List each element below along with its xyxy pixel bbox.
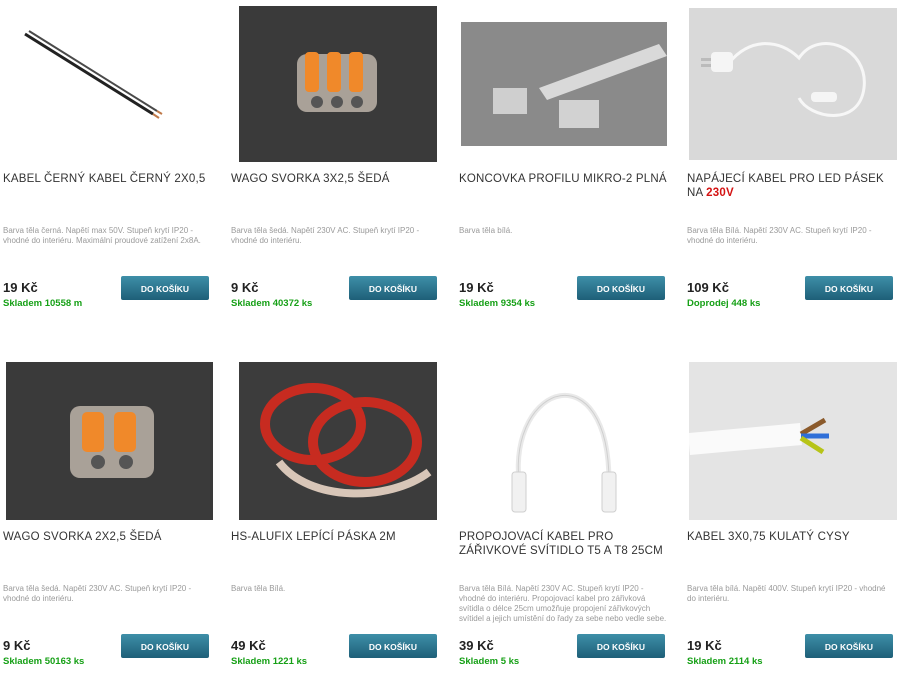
- product-title[interactable]: HS-ALUFIX LEPÍCÍ PÁSKA 2M: [231, 530, 443, 544]
- stock-status: Skladem 10558 m: [3, 298, 83, 309]
- stock-status: Doprodej 448 ks: [687, 298, 761, 309]
- product-title[interactable]: KABEL ČERNÝ KABEL ČERNÝ 2X0,5: [3, 172, 215, 186]
- stock-status: Skladem 40372 ks: [231, 298, 313, 309]
- add-to-cart-button[interactable]: DO KOŠÍKU: [577, 634, 665, 658]
- product-description: Barva těla Bílá. Napětí 230V AC. Stupeň …: [459, 584, 667, 623]
- product-image-wago-2-clamp[interactable]: [6, 362, 213, 520]
- add-to-cart-button[interactable]: DO KOŠÍKU: [121, 634, 209, 658]
- product-description: Barva těla Bílá. Napětí 230V AC. Stupeň …: [687, 226, 872, 245]
- product-card: WAGO SVORKA 3X2,5 ŠEDÁ Barva těla šedá. …: [231, 4, 443, 324]
- product-price: 39 Kč: [459, 638, 494, 653]
- product-card: HS-ALUFIX LEPÍCÍ PÁSKA 2M Barva těla Bíl…: [231, 362, 443, 682]
- product-image-wago-3-clamp[interactable]: [239, 4, 437, 164]
- product-image-connection-cable[interactable]: [459, 362, 669, 522]
- product-description: Barva těla bílá. Napětí 400V. Stupeň kry…: [687, 584, 886, 603]
- product-image-power-cable[interactable]: [689, 4, 897, 164]
- product-card: NAPÁJECÍ KABEL PRO LED PÁSEK NA 230V Bar…: [687, 4, 899, 324]
- voltage-highlight: 230V: [706, 187, 734, 199]
- product-title[interactable]: KONCOVKA PROFILU MIKRO-2 PLNÁ: [459, 172, 671, 186]
- product-price: 19 Kč: [3, 280, 38, 295]
- product-card: PROPOJOVACÍ KABEL PRO ZÁŘIVKOVÉ SVÍTIDLO…: [459, 362, 671, 682]
- add-to-cart-button[interactable]: DO KOŠÍKU: [121, 276, 209, 300]
- stock-status: Skladem 1221 ks: [231, 656, 308, 667]
- product-image-profile-end-cap[interactable]: [459, 4, 669, 164]
- product-title[interactable]: WAGO SVORKA 2X2,5 ŠEDÁ: [3, 530, 215, 544]
- product-card: KABEL 3X0,75 KULATÝ CYSY Barva těla bílá…: [687, 362, 899, 682]
- stock-status: Skladem 50163 ks: [3, 656, 85, 667]
- add-to-cart-button[interactable]: DO KOŠÍKU: [577, 276, 665, 300]
- product-description: Barva těla Bílá.: [231, 584, 286, 593]
- product-title[interactable]: WAGO SVORKA 3X2,5 ŠEDÁ: [231, 172, 443, 186]
- product-description: Barva těla bílá.: [459, 226, 513, 235]
- product-image-cysy-cable[interactable]: [689, 362, 897, 520]
- product-description: Barva těla černá. Napětí max 50V. Stupeň…: [3, 226, 201, 245]
- product-description: Barva těla šedá. Napětí 230V AC. Stupeň …: [231, 226, 420, 245]
- product-image-black-cable[interactable]: [3, 4, 213, 164]
- add-to-cart-button[interactable]: DO KOŠÍKU: [349, 276, 437, 300]
- product-image-tape-rolls[interactable]: [239, 362, 437, 520]
- product-price: 9 Kč: [231, 280, 259, 295]
- product-description: Barva těla šedá. Napětí 230V AC. Stupeň …: [3, 584, 192, 603]
- product-title[interactable]: KABEL 3X0,75 KULATÝ CYSY: [687, 530, 899, 544]
- add-to-cart-button[interactable]: DO KOŠÍKU: [349, 634, 437, 658]
- product-title[interactable]: PROPOJOVACÍ KABEL PRO ZÁŘIVKOVÉ SVÍTIDLO…: [459, 530, 671, 558]
- product-price: 19 Kč: [687, 638, 722, 653]
- stock-status: Skladem 2114 ks: [687, 656, 763, 667]
- product-price: 49 Kč: [231, 638, 266, 653]
- stock-status: Skladem 9354 ks: [459, 298, 536, 309]
- product-price: 9 Kč: [3, 638, 31, 653]
- product-card: KONCOVKA PROFILU MIKRO-2 PLNÁ Barva těla…: [459, 4, 671, 324]
- product-price: 109 Kč: [687, 280, 729, 295]
- product-card: KABEL ČERNÝ KABEL ČERNÝ 2X0,5 Barva těla…: [3, 4, 215, 324]
- product-title[interactable]: NAPÁJECÍ KABEL PRO LED PÁSEK NA 230V: [687, 172, 899, 200]
- add-to-cart-button[interactable]: DO KOŠÍKU: [805, 634, 893, 658]
- product-price: 19 Kč: [459, 280, 494, 295]
- product-card: WAGO SVORKA 2X2,5 ŠEDÁ Barva těla šedá. …: [3, 362, 215, 682]
- add-to-cart-button[interactable]: DO KOŠÍKU: [805, 276, 893, 300]
- stock-status: Skladem 5 ks: [459, 656, 520, 667]
